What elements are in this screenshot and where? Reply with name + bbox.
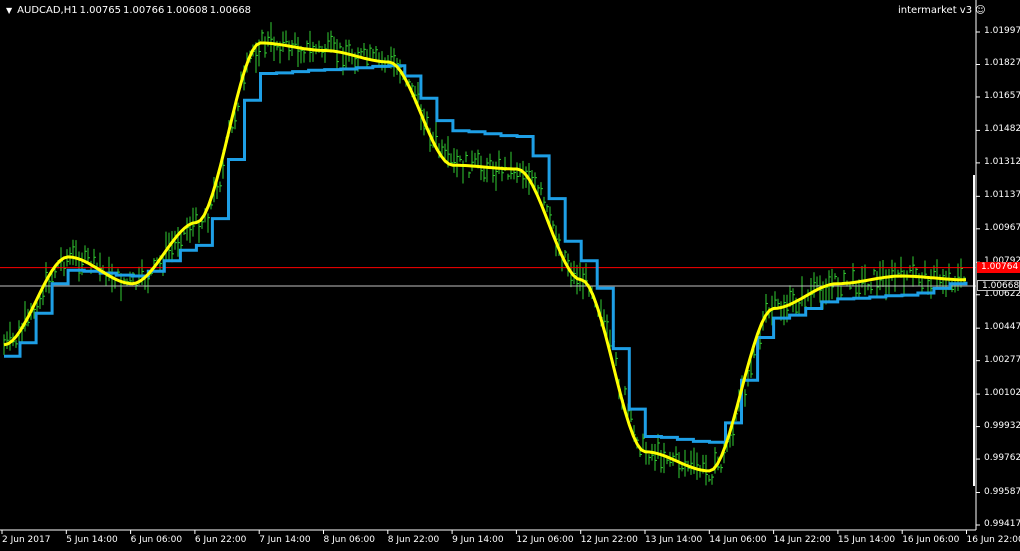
collapse-triangle-icon[interactable]: ▼ bbox=[6, 6, 12, 15]
price-tick-label: 1.01657 bbox=[984, 90, 1020, 101]
price-tick-label: 1.01137 bbox=[984, 190, 1020, 201]
open-value: 1.00765 bbox=[79, 5, 121, 16]
time-tick-label: 13 Jun 14:00 bbox=[645, 535, 703, 545]
indicator-name: intermarket v3 bbox=[898, 5, 973, 16]
price-tick-label: 1.01997 bbox=[984, 26, 1020, 36]
time-tick-label: 12 Jun 06:00 bbox=[516, 535, 574, 545]
price-tick-label: 0.99417 bbox=[984, 519, 1020, 529]
price-tick-label: 1.00277 bbox=[984, 354, 1020, 365]
time-tick-label: 8 Jun 06:00 bbox=[323, 535, 375, 545]
price-tick-label: 1.00447 bbox=[984, 322, 1020, 333]
price-tick-label: 0.99762 bbox=[984, 453, 1020, 464]
time-tick-label: 14 Jun 06:00 bbox=[709, 535, 767, 545]
price-tick-label: 0.99932 bbox=[984, 420, 1020, 431]
time-tick-label: 14 Jun 22:00 bbox=[773, 535, 831, 545]
time-tick-label: 2 Jun 2017 bbox=[2, 535, 51, 545]
time-tick-label: 8 Jun 22:00 bbox=[387, 535, 440, 545]
price-bars bbox=[3, 22, 966, 486]
time-tick-label: 15 Jun 14:00 bbox=[837, 535, 896, 545]
symbol-name: AUDCAD,H1 bbox=[17, 5, 78, 16]
price-tick-label: 1.01312 bbox=[984, 156, 1020, 167]
time-tick-label: 9 Jun 14:00 bbox=[452, 535, 504, 545]
time-tick-label: 16 Jun 06:00 bbox=[902, 535, 960, 545]
price-tick-label: 1.01482 bbox=[984, 124, 1020, 135]
time-tick-label: 6 Jun 22:00 bbox=[194, 535, 247, 545]
yellow-line bbox=[3, 41, 966, 473]
price-tick-label: 1.01827 bbox=[984, 58, 1020, 69]
ask-price-tag: 1.00764 bbox=[977, 262, 1020, 274]
bid-price-tag: 1.00668 bbox=[977, 280, 1020, 292]
price-chart[interactable] bbox=[0, 0, 1020, 551]
smiley-icon: ☺ bbox=[975, 5, 986, 16]
time-tick-label: 6 Jun 06:00 bbox=[130, 535, 183, 545]
symbol-header: ▼ AUDCAD,H1 1.00765 1.00766 1.00608 1.00… bbox=[6, 5, 251, 16]
low-value: 1.00608 bbox=[166, 5, 208, 16]
time-tick-label: 7 Jun 14:00 bbox=[259, 535, 311, 545]
time-tick-label: 5 Jun 14:00 bbox=[66, 535, 118, 545]
price-tick-label: 0.99587 bbox=[984, 486, 1020, 497]
time-tick-label: 12 Jun 22:00 bbox=[580, 535, 638, 545]
price-tick-label: 1.00102 bbox=[984, 388, 1020, 399]
high-value: 1.00766 bbox=[122, 5, 165, 16]
price-tick-label: 1.00967 bbox=[984, 222, 1020, 233]
close-value: 1.00668 bbox=[209, 5, 252, 16]
time-tick-label: 16 Jun 22:00 bbox=[966, 535, 1020, 545]
indicator-label: intermarket v3 ☺ bbox=[898, 5, 986, 16]
blue-line bbox=[4, 64, 968, 444]
